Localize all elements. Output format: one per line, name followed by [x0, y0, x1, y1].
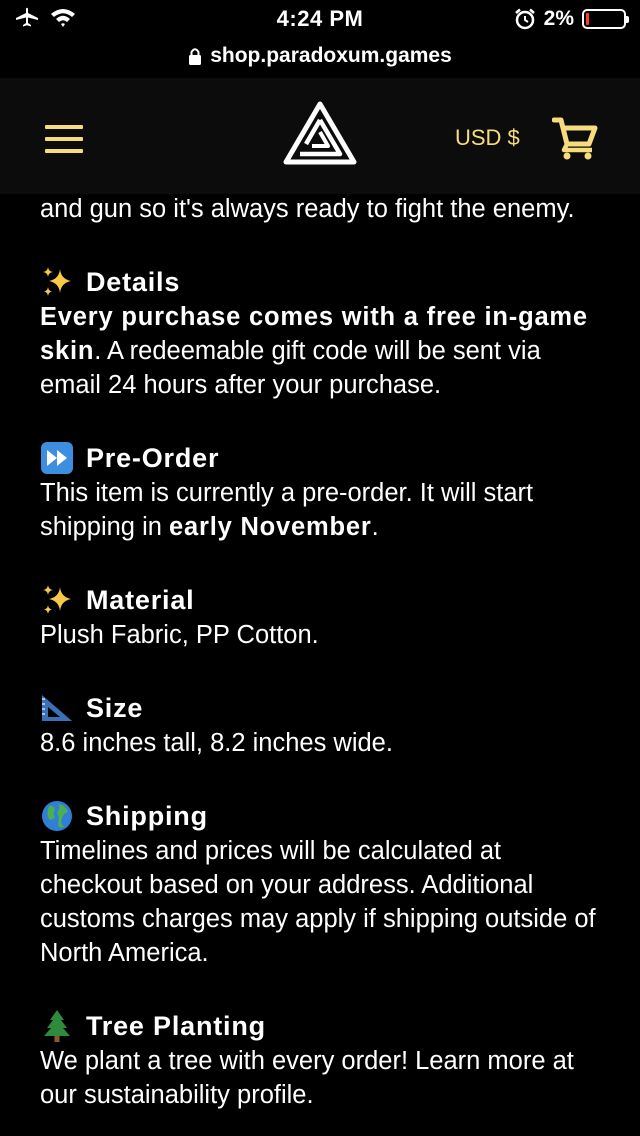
section-body: We plant a tree with every order! Learn …	[40, 1044, 600, 1112]
section-tree-planting: Tree Planting We plant a tree with every…	[40, 1008, 600, 1112]
section-title: Pre-Order	[40, 440, 600, 476]
section-title: Size	[40, 690, 600, 726]
url-bar[interactable]: shop.paradoxum.games	[0, 38, 640, 74]
section-title-text: Shipping	[86, 801, 208, 831]
currency-selector[interactable]: USD $	[455, 125, 520, 151]
battery-level-fill	[586, 13, 589, 25]
triangular-ruler-icon	[42, 695, 72, 721]
section-body: This item is currently a pre-order. It w…	[40, 476, 600, 544]
intro-text: and gun so it's always ready to fight th…	[40, 195, 575, 223]
section-details: Details Every purchase comes with a free…	[40, 264, 600, 402]
lock-icon	[189, 48, 202, 65]
fast-forward-icon	[41, 442, 73, 474]
section-body: Plush Fabric, PP Cotton.	[40, 621, 319, 649]
section-title: Shipping	[40, 798, 600, 834]
section-title-text: Details	[86, 267, 181, 297]
site-header: USD $	[0, 78, 640, 194]
section-body: 8.6 inches tall, 8.2 inches wide.	[40, 729, 393, 757]
battery-percent: 2%	[543, 7, 574, 30]
section-body-text: We plant a tree with every order! Learn …	[40, 1047, 574, 1109]
section-title-text: Pre-Order	[86, 443, 220, 473]
section-title-text: Material	[86, 585, 195, 615]
section-body-text: .	[371, 513, 379, 541]
section-title: Material	[40, 582, 600, 618]
status-right: 2%	[514, 7, 629, 31]
section-material: Material Plush Fabric, PP Cotton.	[40, 582, 600, 652]
section-body: Every purchase comes with a free in-game…	[40, 300, 600, 402]
section-preorder: Pre-Order This item is currently a pre-o…	[40, 440, 600, 544]
section-title: Tree Planting	[40, 1008, 600, 1044]
section-title-text: Tree Planting	[86, 1011, 266, 1041]
section-body-text: . A redeemable gift code will be sent vi…	[40, 337, 541, 399]
battery-icon	[582, 9, 629, 29]
section-title-text: Size	[86, 693, 144, 723]
section-title: Details	[40, 264, 600, 300]
section-shipping: Shipping Timelines and prices will be ca…	[40, 798, 600, 970]
url-text: shop.paradoxum.games	[210, 44, 452, 67]
evergreen-tree-icon	[44, 1010, 70, 1042]
cart-icon[interactable]	[552, 116, 598, 160]
sparkles-icon	[43, 267, 71, 296]
section-size: Size 8.6 inches tall, 8.2 inches wide.	[40, 690, 600, 760]
status-bar: 4:24 PM 2%	[0, 0, 640, 40]
section-body-bold: early November	[169, 513, 372, 541]
sparkles-icon	[43, 585, 71, 614]
globe-icon	[42, 801, 72, 831]
hamburger-menu-icon[interactable]	[45, 125, 83, 153]
alarm-icon	[514, 8, 535, 30]
paradoxum-logo[interactable]	[282, 100, 358, 166]
product-description: and gun so it's always ready to fight th…	[40, 192, 600, 1112]
section-body: Timelines and prices will be calculated …	[40, 837, 596, 967]
